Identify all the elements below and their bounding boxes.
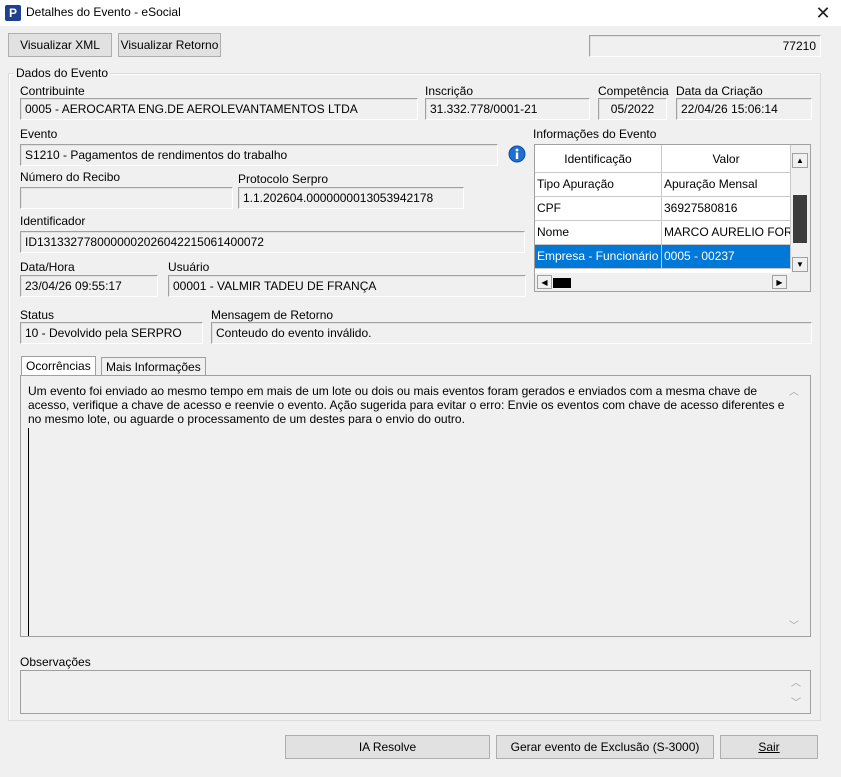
grid-cell-id[interactable]: Nome bbox=[535, 221, 662, 245]
window-title: Detalhes do Evento - eSocial bbox=[26, 5, 181, 19]
grid-cell-id[interactable]: Tipo Apuração bbox=[535, 173, 662, 197]
usuario-label: Usuário bbox=[168, 260, 210, 274]
data-criacao-label: Data da Criação bbox=[676, 84, 763, 98]
contribuinte-field: 0005 - AEROCARTA ENG.DE AEROLEVANTAMENTO… bbox=[20, 98, 418, 120]
view-return-button[interactable]: Visualizar Retorno bbox=[118, 33, 221, 57]
grid-cell-id-selected[interactable]: Empresa - Funcionário bbox=[535, 245, 662, 269]
scroll-right-icon[interactable]: ▶ bbox=[772, 275, 787, 289]
observacoes-field[interactable]: ︿ ﹀ bbox=[20, 670, 811, 714]
protocolo-field: 1.1.202604.0000000013053942178 bbox=[238, 187, 464, 209]
numero-recibo-field bbox=[20, 187, 233, 209]
scroll-left-icon[interactable]: ◀ bbox=[537, 275, 552, 289]
grid-cell-id[interactable]: CPF bbox=[535, 197, 662, 221]
scroll-thumb[interactable] bbox=[793, 195, 807, 243]
grid-horizontal-scrollbar[interactable]: ◀ ▶ bbox=[535, 273, 810, 291]
app-icon: P bbox=[5, 5, 21, 21]
info-icon[interactable] bbox=[508, 145, 526, 163]
tab-ocorrencias[interactable]: Ocorrências bbox=[21, 356, 96, 376]
inscricao-field: 31.332.778/0001-21 bbox=[425, 98, 590, 120]
status-label: Status bbox=[20, 308, 55, 322]
event-counter-field: 77210 bbox=[589, 35, 821, 57]
numero-recibo-label: Número do Recibo bbox=[20, 170, 121, 184]
ocorrencias-text[interactable]: Um evento foi enviado ao mesmo tempo em … bbox=[20, 375, 811, 637]
scroll-down-icon[interactable]: ﹀ bbox=[789, 620, 799, 634]
competencia-field: 05/2022 bbox=[598, 98, 667, 120]
competencia-label: Competência bbox=[598, 84, 669, 98]
contribuinte-label: Contribuinte bbox=[20, 84, 85, 98]
protocolo-label: Protocolo Serpro bbox=[238, 172, 329, 186]
info-evento-label: Informações do Evento bbox=[533, 127, 657, 141]
event-data-group-title: Dados do Evento bbox=[14, 66, 111, 80]
grid-vertical-scrollbar[interactable]: ▲ ▼ bbox=[791, 145, 810, 273]
data-criacao-field: 22/04/26 15:06:14 bbox=[676, 98, 812, 120]
grid-cell-valor[interactable]: MARCO AURELIO FORM bbox=[662, 221, 791, 245]
mensagem-label: Mensagem de Retorno bbox=[211, 308, 334, 322]
sair-button[interactable]: Sair bbox=[720, 735, 818, 759]
text-cursor bbox=[28, 428, 29, 636]
gerar-exclusao-button[interactable]: Gerar evento de Exclusão (S-3000) bbox=[496, 735, 714, 759]
mensagem-field: Conteudo do evento inválido. bbox=[211, 322, 812, 344]
grid-header-valor[interactable]: Valor bbox=[662, 145, 791, 173]
ocorrencias-message: Um evento foi enviado ao mesmo tempo em … bbox=[28, 384, 785, 426]
scroll-up-icon[interactable]: ▲ bbox=[792, 153, 808, 168]
grid-header-identificacao[interactable]: Identificação bbox=[535, 145, 662, 173]
scroll-up-icon[interactable]: ︿ bbox=[789, 386, 799, 400]
usuario-field: 00001 - VALMIR TADEU DE FRANÇA bbox=[168, 275, 526, 297]
evento-label: Evento bbox=[20, 127, 58, 141]
identificador-label: Identificador bbox=[20, 214, 86, 228]
grid-cell-valor[interactable]: 36927580816 bbox=[662, 197, 791, 221]
title-bar: P Detalhes do Evento - eSocial ✕ bbox=[0, 0, 841, 26]
scroll-down-icon[interactable]: ▼ bbox=[792, 257, 808, 272]
close-icon[interactable]: ✕ bbox=[810, 2, 836, 24]
evento-field: S1210 - Pagamentos de rendimentos do tra… bbox=[20, 144, 498, 166]
identificador-field: ID1313327780000002026042215061400072 bbox=[20, 231, 525, 253]
scroll-down-icon[interactable]: ﹀ bbox=[791, 697, 801, 711]
ia-resolve-button[interactable]: IA Resolve bbox=[285, 735, 490, 759]
scroll-up-icon[interactable]: ︿ bbox=[791, 677, 801, 691]
observacoes-label: Observações bbox=[20, 655, 91, 669]
view-xml-button[interactable]: Visualizar XML bbox=[8, 33, 112, 57]
data-hora-field: 23/04/26 09:55:17 bbox=[20, 275, 158, 297]
tab-mais-informacoes[interactable]: Mais Informações bbox=[101, 357, 206, 376]
grid-cell-valor[interactable]: Apuração Mensal bbox=[662, 173, 791, 197]
info-grid: Identificação Valor Tipo Apuração Apuraç… bbox=[534, 144, 811, 292]
inscricao-label: Inscrição bbox=[425, 84, 474, 98]
scroll-thumb[interactable] bbox=[553, 278, 571, 288]
status-field: 10 - Devolvido pela SERPRO bbox=[20, 322, 203, 344]
grid-cell-valor-selected[interactable]: 0005 - 00237 bbox=[662, 245, 791, 269]
data-hora-label: Data/Hora bbox=[20, 260, 75, 274]
